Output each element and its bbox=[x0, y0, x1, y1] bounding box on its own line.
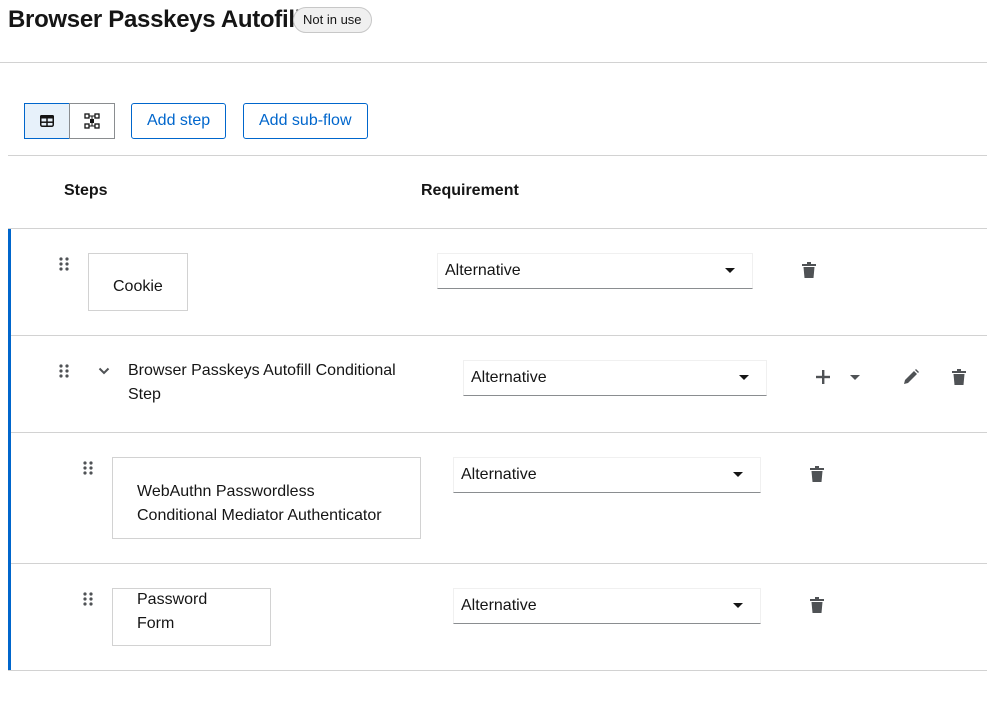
delete-step-button[interactable] bbox=[802, 262, 816, 278]
table-view-toggle[interactable] bbox=[24, 103, 70, 139]
diagram-icon bbox=[84, 113, 100, 129]
delete-step-button[interactable] bbox=[810, 597, 824, 613]
caret-down-icon bbox=[733, 472, 743, 477]
trash-icon bbox=[810, 597, 824, 613]
step-name-label: Password Form bbox=[137, 591, 208, 632]
column-header-requirement: Requirement bbox=[421, 182, 519, 199]
requirement-select-value: Alternative bbox=[445, 262, 521, 279]
drag-handle-icon[interactable] bbox=[83, 461, 93, 475]
collapse-toggle[interactable] bbox=[98, 367, 110, 375]
diagram-view-toggle[interactable] bbox=[69, 103, 115, 139]
requirement-select-value: Alternative bbox=[461, 466, 537, 483]
trash-icon bbox=[810, 466, 824, 482]
row-divider bbox=[11, 335, 987, 336]
step-name-label: Cookie bbox=[113, 278, 163, 295]
drag-handle-icon[interactable] bbox=[59, 257, 69, 271]
step-name-cookie: Cookie bbox=[88, 253, 188, 311]
add-subflow-button[interactable]: Add sub-flow bbox=[243, 103, 368, 139]
step-name-password-form: Password Form bbox=[112, 588, 271, 646]
requirement-select[interactable]: Alternative bbox=[453, 457, 761, 493]
caret-down-icon bbox=[850, 375, 860, 381]
step-name-webauthn: WebAuthn Passwordless Conditional Mediat… bbox=[112, 457, 421, 539]
flow-accent-bar bbox=[8, 229, 11, 670]
caret-down-icon bbox=[725, 268, 735, 273]
drag-handle-icon[interactable] bbox=[83, 592, 93, 606]
row-divider bbox=[11, 432, 987, 433]
chevron-down-icon bbox=[98, 367, 110, 375]
page-title: Browser Passkeys Autofill bbox=[8, 6, 302, 33]
caret-down-icon bbox=[733, 603, 743, 608]
trash-icon bbox=[802, 262, 816, 278]
delete-subflow-button[interactable] bbox=[952, 369, 966, 385]
row-divider bbox=[11, 563, 987, 564]
table-icon bbox=[40, 115, 54, 127]
drag-handle-icon[interactable] bbox=[59, 364, 69, 378]
header-row-divider bbox=[8, 228, 987, 229]
delete-step-button[interactable] bbox=[810, 466, 824, 482]
requirement-select-value: Alternative bbox=[471, 369, 547, 386]
table-bottom-divider bbox=[8, 670, 987, 671]
trash-icon bbox=[952, 369, 966, 385]
requirement-select[interactable]: Alternative bbox=[463, 360, 767, 396]
column-header-steps: Steps bbox=[64, 182, 108, 199]
pencil-icon bbox=[903, 369, 919, 385]
requirement-select[interactable]: Alternative bbox=[437, 253, 753, 289]
plus-icon bbox=[816, 370, 830, 384]
add-to-subflow-button[interactable] bbox=[816, 370, 830, 384]
toolbar-divider bbox=[8, 155, 987, 156]
status-badge: Not in use bbox=[293, 7, 372, 33]
requirement-select-value: Alternative bbox=[461, 597, 537, 614]
step-name-label: WebAuthn Passwordless Conditional Mediat… bbox=[137, 483, 382, 524]
add-to-subflow-dropdown[interactable] bbox=[850, 375, 860, 381]
header-divider bbox=[0, 62, 987, 63]
edit-subflow-button[interactable] bbox=[903, 369, 919, 385]
caret-down-icon bbox=[739, 375, 749, 380]
add-step-button[interactable]: Add step bbox=[131, 103, 227, 139]
subflow-name: Browser Passkeys Autofill Conditional St… bbox=[128, 362, 396, 403]
requirement-select[interactable]: Alternative bbox=[453, 588, 761, 624]
